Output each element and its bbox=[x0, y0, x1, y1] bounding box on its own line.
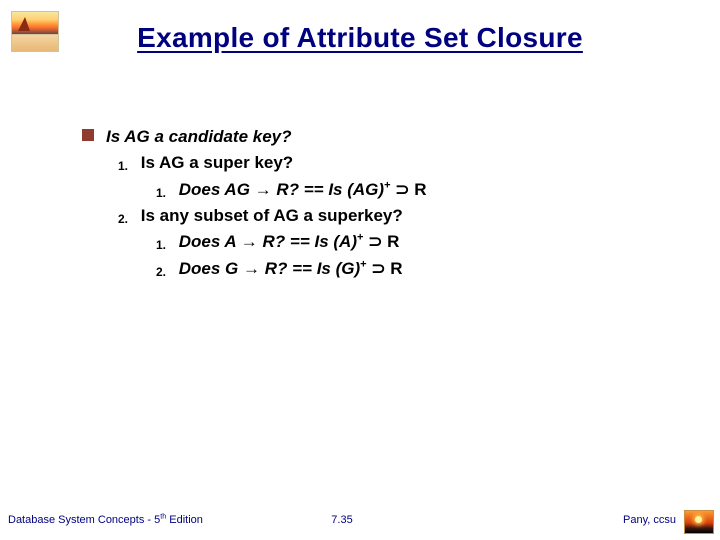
sub-2-text: Is any subset of AG a superkey? bbox=[141, 206, 403, 225]
bullet-main: Is AG a candidate key? bbox=[82, 124, 680, 150]
footer-sunset-image bbox=[684, 510, 714, 534]
sub-1-1-sup: + bbox=[384, 179, 390, 191]
footer: Database System Concepts - 5th Edition 7… bbox=[8, 502, 712, 526]
footer-left-a: Database System Concepts - 5 bbox=[8, 514, 160, 526]
footer-left: Database System Concepts - 5th Edition bbox=[8, 514, 231, 526]
sub-2-1-tail: ⊃ R bbox=[368, 232, 399, 251]
arrow-icon: → bbox=[243, 259, 260, 278]
footer-center: 7.35 bbox=[231, 514, 454, 526]
sub-1-1: 1. Does AG → R? == Is (AG)+ ⊃ R bbox=[82, 177, 680, 203]
sub-2-1: 1. Does A → R? == Is (A)+ ⊃ R bbox=[82, 229, 680, 255]
main-question: Is AG a candidate key? bbox=[106, 124, 292, 150]
arrow-icon: → bbox=[255, 180, 272, 199]
sub-2-2-lead: Does G bbox=[179, 259, 243, 278]
main-question-text: Is AG a candidate key? bbox=[106, 127, 292, 146]
footer-left-b: Edition bbox=[166, 514, 203, 526]
sub-2-2: 2. Does G → R? == Is (G)+ ⊃ R bbox=[82, 256, 680, 282]
sub-2-1-lead: Does A bbox=[179, 232, 241, 251]
slide-body: Is AG a candidate key? 1. Is AG a super … bbox=[82, 124, 680, 282]
sub-1: 1. Is AG a super key? bbox=[82, 150, 680, 176]
sub-1-1-lead: Does AG bbox=[179, 180, 255, 199]
sub-2-num: 2. bbox=[118, 212, 128, 226]
sub-2-1-mid: R? == Is (A) bbox=[263, 232, 357, 251]
sub-1-1-tail: ⊃ R bbox=[395, 180, 426, 199]
sub-1-1-num: 1. bbox=[156, 186, 166, 200]
sub-2-2-sup: + bbox=[360, 258, 366, 270]
sub-2-1-num: 1. bbox=[156, 238, 166, 252]
sub-1-num: 1. bbox=[118, 159, 128, 173]
sub-2: 2. Is any subset of AG a superkey? bbox=[82, 203, 680, 229]
bullet-icon bbox=[82, 129, 94, 141]
footer-right: Pany, ccsu bbox=[453, 514, 712, 526]
sub-2-2-tail: ⊃ R bbox=[371, 259, 402, 278]
slide-title: Example of Attribute Set Closure bbox=[0, 22, 720, 54]
sub-2-1-sup: + bbox=[357, 232, 363, 244]
sub-2-2-num: 2. bbox=[156, 265, 166, 279]
slide: Example of Attribute Set Closure Is AG a… bbox=[0, 0, 720, 540]
sub-1-text: Is AG a super key? bbox=[141, 153, 293, 172]
arrow-icon: → bbox=[241, 232, 258, 251]
sub-2-2-mid: R? == Is (G) bbox=[265, 259, 360, 278]
sub-1-1-mid: R? == Is (AG) bbox=[276, 180, 384, 199]
